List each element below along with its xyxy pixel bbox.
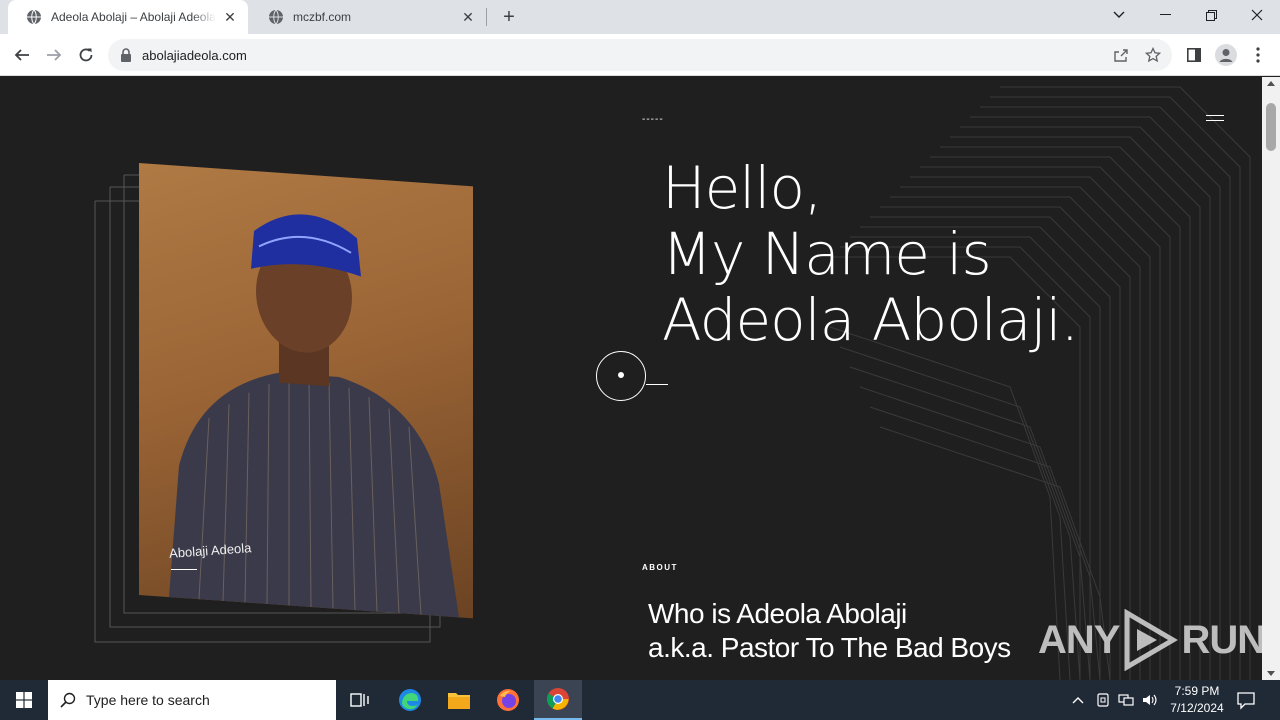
search-icon [60,692,76,708]
taskbar-clock[interactable]: 7:59 PM 7/12/2024 [1160,683,1234,717]
address-url: abolajiadeola.com [142,47,247,63]
watermark-text-left: ANY [1038,617,1120,662]
browser-tab-strip: Adeola Abolaji – Abolaji Adeola (Pastor … [0,0,1280,34]
task-view-icon [350,693,369,707]
hero-line: Adeola Abolaji. [662,286,1079,354]
hamburger-line-icon [1206,120,1224,121]
star-icon [1145,47,1161,63]
arrow-right-icon [47,49,62,61]
notification-icon [1237,692,1255,710]
tab-title: mczbf.com [293,10,352,24]
browser-toolbar: abolajiadeola.com [0,34,1280,76]
chrome-icon [547,688,569,710]
scroll-up-arrow-icon[interactable] [1267,81,1275,86]
volume-tray-button[interactable] [1142,692,1158,708]
close-window-button[interactable] [1234,0,1280,30]
about-section-label: ABOUT [642,563,678,572]
side-panel-button[interactable] [1180,41,1208,69]
firefox-icon [497,689,519,711]
security-tray-button[interactable] [1095,692,1111,708]
new-tab-button[interactable]: + [498,6,520,28]
back-button[interactable] [8,41,36,69]
kebab-menu-icon [1256,47,1260,63]
menu-button[interactable] [1244,41,1272,69]
reload-button[interactable] [72,41,100,69]
edge-taskbar-button[interactable] [386,680,434,720]
reload-icon [79,48,93,62]
hero-line: Hello, [662,154,822,222]
about-title-line: a.k.a. Pastor To The Bad Boys [648,632,1011,663]
side-panel-icon [1187,48,1201,62]
caption-underline [171,569,197,570]
tab-adeola-abolaji[interactable]: Adeola Abolaji – Abolaji Adeola (Pastor … [8,0,248,34]
profile-button[interactable] [1212,41,1240,69]
address-bar[interactable]: abolajiadeola.com [108,39,1172,71]
close-tab-icon[interactable]: ✕ [222,9,238,25]
scroll-down-arrow-icon[interactable] [1267,671,1275,676]
edge-browser-icon [399,689,421,711]
restore-button[interactable] [1188,0,1234,30]
custom-cursor-line [646,384,668,385]
watermark-text-right: RUN [1181,617,1262,662]
custom-cursor-dot [618,372,624,378]
show-hidden-icons-button[interactable] [1070,692,1086,708]
restore-icon [1205,9,1217,21]
chrome-taskbar-button[interactable] [534,680,582,720]
section-dash-label: ----- [642,114,664,125]
notification-center-button[interactable] [1236,690,1258,710]
globe-icon [269,9,283,25]
hero-line: My Name is [662,220,992,288]
bookmark-button[interactable] [1144,46,1162,64]
web-page: Abolaji Adeola ----- Hello, My Name is A… [0,77,1262,680]
arrow-left-icon [14,49,29,61]
file-explorer-taskbar-button[interactable] [435,680,483,720]
firefox-taskbar-button[interactable] [484,680,532,720]
windows-logo-icon [16,692,32,708]
play-triangle-icon [1124,609,1179,671]
device-icon [1097,693,1109,707]
close-tab-icon[interactable]: ✕ [460,9,476,25]
about-title-line: Who is Adeola Abolaji [648,598,907,629]
speaker-icon [1143,694,1157,706]
anyrun-watermark: ANY RUN [1038,609,1262,671]
network-icon [1118,694,1134,706]
tab-separator [486,8,487,26]
tab-search-button[interactable] [1096,0,1142,30]
task-view-button[interactable] [336,680,384,720]
clock-date: 7/12/2024 [1170,701,1224,715]
share-button[interactable] [1112,46,1130,64]
tab-title: Adeola Abolaji – Abolaji Adeola (Pastor … [51,10,216,24]
hamburger-menu-button[interactable] [1206,115,1224,125]
minimize-icon [1159,14,1171,15]
chevron-down-icon [1113,11,1125,18]
start-button[interactable] [0,680,48,720]
folder-icon [448,693,470,709]
page-scrollbar[interactable] [1262,77,1280,680]
lock-icon [121,48,131,62]
search-placeholder: Type here to search [86,692,210,708]
network-tray-button[interactable] [1118,692,1134,708]
minimize-button[interactable] [1142,0,1188,30]
about-section-title: Who is Adeola Abolaji a.k.a. Pastor To T… [648,597,1011,665]
hamburger-line-icon [1206,115,1224,116]
globe-icon [27,9,41,25]
scrollbar-thumb[interactable] [1266,103,1276,151]
chevron-up-icon [1072,697,1084,704]
taskbar-search-box[interactable]: Type here to search [48,680,336,720]
share-icon [1114,49,1128,62]
close-icon [1251,9,1263,21]
clock-time: 7:59 PM [1174,684,1220,698]
forward-button[interactable] [40,41,68,69]
avatar-icon [1215,44,1237,66]
windows-taskbar: Type here to search 7:59 PM 7/12/2024 [0,680,1280,720]
hero-heading: Hello, My Name is Adeola Abolaji. [662,154,1079,354]
tab-mczbf[interactable]: mczbf.com ✕ [250,0,486,34]
